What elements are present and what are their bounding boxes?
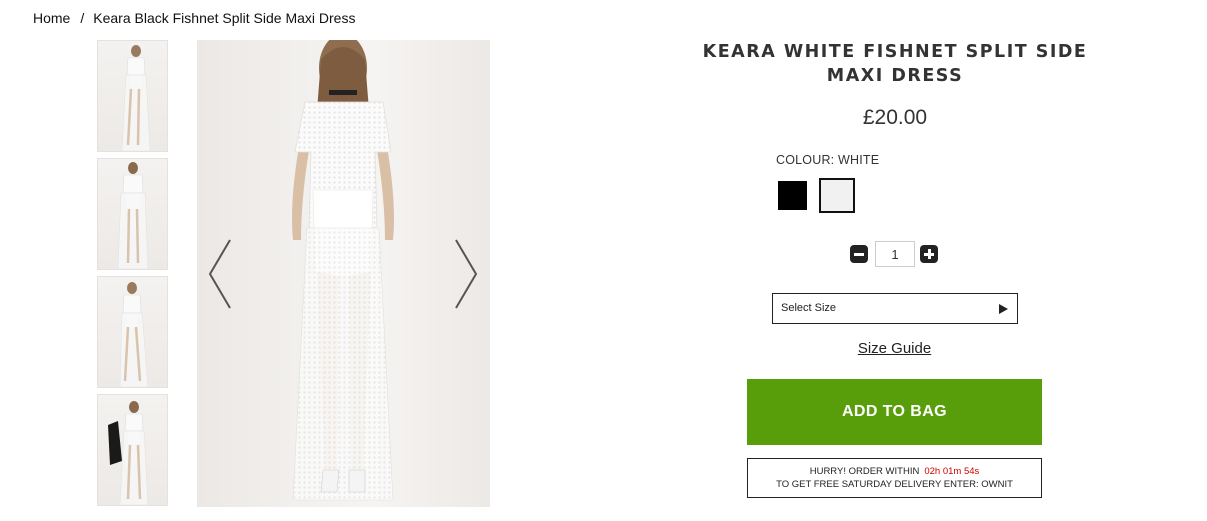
colour-swatch-black[interactable] (778, 181, 807, 210)
add-to-bag-button[interactable]: ADD TO BAG (747, 379, 1042, 445)
promo-line1: HURRY! ORDER WITHIN (809, 466, 920, 477)
quantity-decrease-button[interactable] (850, 245, 868, 263)
product-thumbnail[interactable] (97, 158, 168, 270)
main-product-image (197, 40, 490, 507)
breadcrumb-separator: / (80, 10, 85, 26)
quantity-increase-button[interactable] (920, 245, 938, 263)
triangle-right-icon (999, 304, 1008, 314)
size-select-label: Select Size (781, 302, 837, 314)
delivery-promo: HURRY! ORDER WITHIN 02h 01m 54s TO GET FR… (747, 458, 1042, 498)
size-select[interactable]: Select Size (772, 293, 1018, 324)
product-thumbnail[interactable] (97, 276, 168, 388)
breadcrumb: Home / Keara Black Fishnet Split Side Ma… (33, 10, 355, 26)
chevron-left-icon[interactable] (206, 238, 236, 310)
thumbnail-list (97, 40, 168, 512)
breadcrumb-current: Keara Black Fishnet Split Side Maxi Dres… (93, 10, 356, 26)
colour-label: COLOUR: WHITE (776, 153, 880, 167)
product-title: KEARA WHITE FISHNET SPLIT SIDE MAXI DRES… (702, 42, 1088, 86)
size-guide-link[interactable]: Size Guide (747, 340, 1042, 357)
breadcrumb-home-link[interactable]: Home (33, 10, 70, 26)
promo-timer: 02h 01m 54s (924, 466, 980, 477)
colour-swatch-white[interactable] (819, 178, 855, 213)
promo-line2: TO GET FREE SATURDAY DELIVERY ENTER: OWN… (776, 479, 1013, 490)
product-price: £20.00 (862, 106, 928, 129)
chevron-right-icon[interactable] (450, 238, 480, 310)
product-thumbnail[interactable] (97, 40, 168, 152)
product-thumbnail[interactable] (97, 394, 168, 506)
quantity-input[interactable] (875, 241, 915, 267)
